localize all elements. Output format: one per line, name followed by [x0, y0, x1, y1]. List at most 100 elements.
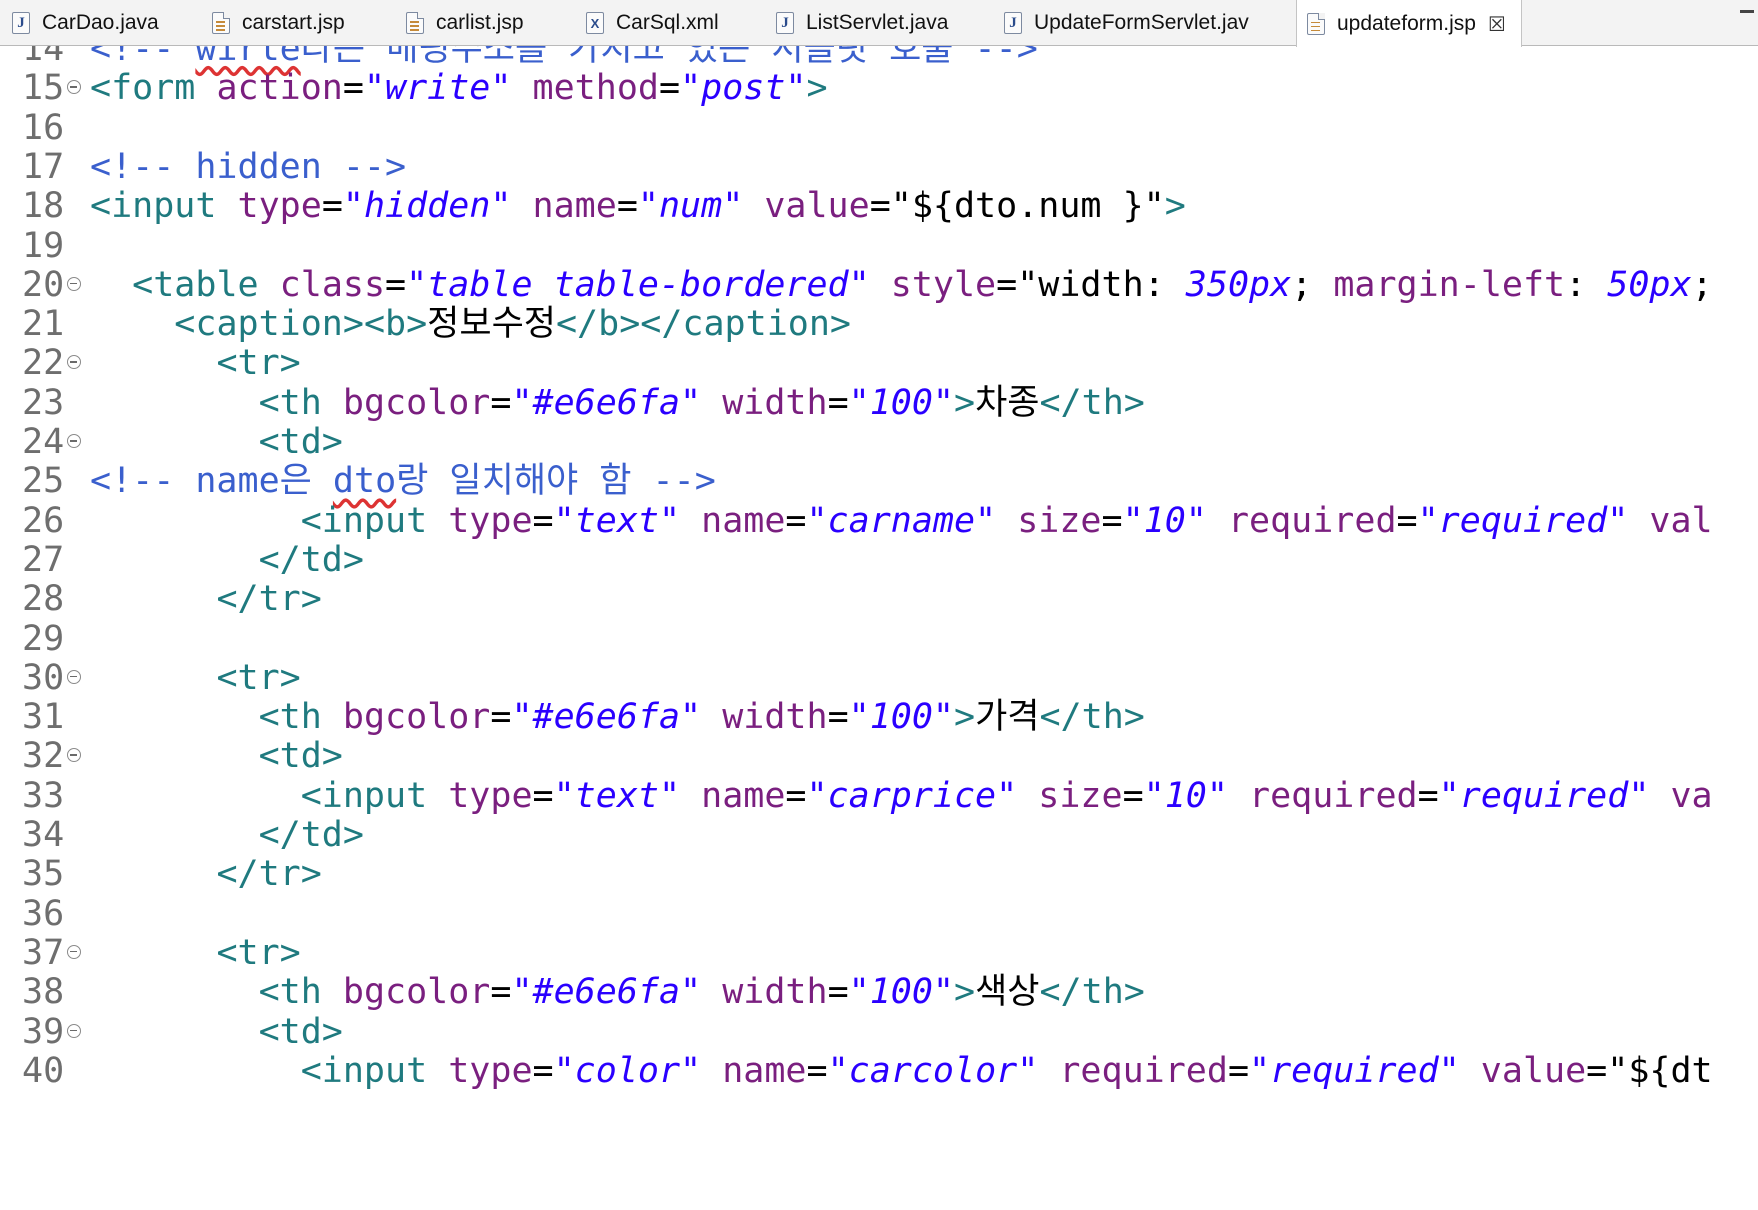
tab-listservlet-java[interactable]: J ListServlet.java — [776, 0, 1000, 46]
code-text: </td> — [90, 538, 364, 582]
code-token: "10" — [1122, 500, 1207, 541]
code-line-40[interactable]: 40 <input type="color" name="carcolor" r… — [0, 1049, 1758, 1093]
fold-toggle-icon[interactable] — [67, 1023, 81, 1038]
fold-toggle-icon[interactable] — [67, 80, 81, 95]
code-token: "100" — [848, 697, 954, 738]
code-token: 정보수정 — [427, 304, 556, 345]
code-token: "#e6e6fa" — [511, 972, 702, 1013]
code-line-37[interactable]: 37 <tr> — [0, 931, 1758, 975]
code-line-24[interactable]: 24 <td> — [0, 420, 1758, 464]
code-token: </th> — [1039, 382, 1145, 423]
code-line-38[interactable]: 38 <th bgcolor="#e6e6fa" width="100">색상<… — [0, 970, 1758, 1014]
code-line-28[interactable]: 28 </tr> — [0, 577, 1758, 621]
code-token: <th — [258, 697, 343, 738]
fold-toggle-icon[interactable] — [67, 944, 81, 959]
code-text: <th bgcolor="#e6e6fa" width="100">차종</th… — [90, 381, 1145, 425]
code-token: 차종 — [975, 382, 1040, 423]
code-line-20[interactable]: 20 <table class="table table-bordered" s… — [0, 263, 1758, 307]
code-line-21[interactable]: 21 <caption><b>정보수정</b></caption> — [0, 302, 1758, 346]
code-token: "required" — [1438, 775, 1650, 816]
code-token: class — [279, 264, 386, 305]
tab-carlist-jsp[interactable]: carlist.jsp — [406, 0, 582, 46]
line-number: 35 — [22, 854, 65, 895]
code-token: type — [448, 500, 533, 541]
code-token: ; — [1291, 264, 1334, 305]
code-text: <!-- name은 dto랑 일치해야 함 --> — [90, 459, 716, 503]
code-line-18[interactable]: 18 <input type="hidden" name="num" value=… — [0, 184, 1758, 228]
java-file-icon: J — [776, 12, 794, 34]
code-token: "text" — [553, 775, 681, 816]
tab-carsql-xml[interactable]: X CarSql.xml — [586, 0, 772, 46]
tab-carstart-jsp[interactable]: carstart.jsp — [212, 0, 402, 46]
code-token: = — [1227, 1050, 1250, 1091]
code-token: 50px — [1607, 264, 1692, 305]
code-token: </tr> — [216, 579, 322, 620]
code-line-36[interactable]: 36 — [0, 892, 1758, 936]
code-token: </td> — [258, 539, 364, 580]
code-text: <tr> — [90, 931, 300, 975]
code-token: ; — [1691, 264, 1713, 305]
code-line-15[interactable]: 15 <form action="write" method="post"> — [0, 66, 1758, 110]
code-line-17[interactable]: 17 <!-- hidden --> — [0, 145, 1758, 189]
code-line-32[interactable]: 32 <td> — [0, 734, 1758, 778]
code-token: action — [216, 68, 343, 109]
line-number: 37 — [22, 932, 65, 973]
minimize-icon[interactable] — [1740, 10, 1754, 13]
code-line-31[interactable]: 31 <th bgcolor="#e6e6fa" width="100">가격<… — [0, 695, 1758, 739]
code-line-29[interactable]: 29 — [0, 617, 1758, 661]
code-text: <tr> — [90, 341, 300, 385]
line-number: 26 — [22, 500, 65, 541]
code-token: name — [511, 186, 617, 227]
code-token: <tr> — [216, 657, 301, 698]
code-line-35[interactable]: 35 </tr> — [0, 852, 1758, 896]
code-token: <th — [258, 972, 343, 1013]
close-tab-icon[interactable]: ☒ — [1488, 12, 1506, 36]
fold-toggle-icon[interactable] — [67, 434, 81, 448]
code-token: "required" — [1249, 1050, 1460, 1091]
tab-updateform-jsp[interactable]: updateform.jsp ☒ — [1296, 0, 1522, 47]
line-number: 15 — [22, 68, 65, 109]
tab-updateformservlet-jav[interactable]: J UpdateFormServlet.jav — [1004, 0, 1292, 46]
code-line-26[interactable]: 26 <input type="text" name="carname" siz… — [0, 499, 1758, 543]
code-line-30[interactable]: 30 <tr> — [0, 656, 1758, 700]
xml-file-icon: X — [586, 12, 604, 34]
code-token: style — [869, 264, 997, 305]
fold-toggle-icon[interactable] — [67, 669, 81, 684]
code-line-39[interactable]: 39 <td> — [0, 1010, 1758, 1054]
line-number: 29 — [22, 618, 65, 659]
code-line-16[interactable]: 16 — [0, 106, 1758, 150]
code-text: </td> — [90, 813, 364, 857]
code-token: width — [701, 382, 828, 423]
code-line-23[interactable]: 23 <th bgcolor="#e6e6fa" width="100">차종<… — [0, 381, 1758, 425]
tab-label: carlist.jsp — [436, 11, 524, 34]
line-number: 21 — [22, 304, 65, 345]
tab-cardao-java[interactable]: J CarDao.java — [12, 0, 208, 46]
code-line-27[interactable]: 27 </td> — [0, 538, 1758, 582]
code-token: type — [448, 775, 533, 816]
code-token: "#e6e6fa" — [511, 382, 702, 423]
fold-toggle-icon[interactable] — [67, 276, 81, 291]
fold-toggle-icon[interactable] — [67, 748, 81, 763]
code-token: "color" — [553, 1050, 702, 1091]
fold-toggle-icon[interactable] — [67, 355, 81, 370]
code-text: </tr> — [90, 852, 321, 896]
code-token: > — [806, 68, 828, 109]
code-line-25[interactable]: 25 <!-- name은 dto랑 일치해야 함 --> — [0, 459, 1758, 503]
code-line-34[interactable]: 34 </td> — [0, 813, 1758, 857]
code-line-22[interactable]: 22 <tr> — [0, 341, 1758, 385]
code-line-19[interactable]: 19 — [0, 224, 1758, 268]
line-number: 30 — [22, 657, 65, 698]
code-line-33[interactable]: 33 <input type="text" name="carprice" si… — [0, 774, 1758, 818]
code-token: name — [680, 500, 786, 541]
line-number: 23 — [22, 382, 65, 423]
line-number: 40 — [22, 1050, 65, 1091]
code-editor[interactable]: 14 <!-- wirte라는 매핑주소를 가지고 있는 서블릿 호출 --> 15… — [0, 46, 1758, 1210]
line-number: 19 — [22, 225, 65, 266]
code-text: <input type="hidden" name="num" value="$… — [90, 184, 1186, 228]
